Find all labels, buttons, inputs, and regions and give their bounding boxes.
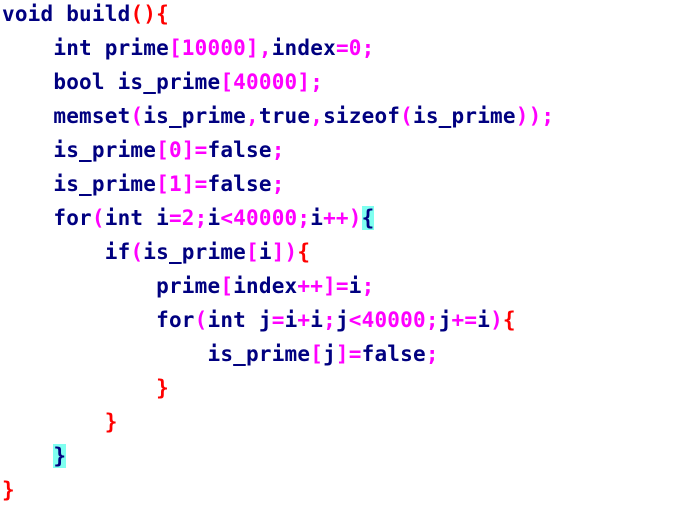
code-token: int prime xyxy=(2,36,169,60)
code-token: ( xyxy=(130,240,144,264)
code-token: int i xyxy=(104,206,169,230)
code-line: if(is_prime[i]){ xyxy=(2,238,310,266)
code-line: bool is_prime[40000]; xyxy=(2,68,323,96)
code-token: j xyxy=(323,342,336,366)
code-token: is_prime xyxy=(2,138,157,162)
code-token: ) xyxy=(490,308,503,332)
code-token: [ xyxy=(220,274,234,298)
code-token: is_prime xyxy=(2,342,311,366)
code-line: for(int i=2;i<40000;i++){ xyxy=(2,204,375,232)
code-token: false xyxy=(361,342,426,366)
code-token: is_prime xyxy=(143,104,247,128)
code-token: <40000; xyxy=(348,308,439,332)
code-token: for xyxy=(2,308,195,332)
code-line: void build(){ xyxy=(2,0,169,28)
code-line: } xyxy=(2,374,169,402)
code-token: bool is_prime xyxy=(2,70,221,94)
code-token: , xyxy=(246,104,259,128)
code-token: void build xyxy=(2,2,131,26)
code-token: =2; xyxy=(168,206,208,230)
code-line: } xyxy=(2,476,15,504)
code-token: ( xyxy=(194,308,208,332)
code-token: [0]= xyxy=(156,138,208,162)
code-token: ( xyxy=(130,104,144,128)
code-token: ++) xyxy=(323,206,362,230)
code-token: index xyxy=(233,274,298,298)
code-line: is_prime[0]=false; xyxy=(2,136,285,164)
matched-brace: { xyxy=(361,206,375,230)
code-token: i xyxy=(284,308,298,332)
code-token: i xyxy=(207,206,221,230)
code-line: is_prime[j]=false; xyxy=(2,340,439,368)
code-token: ( xyxy=(400,104,413,128)
code-token: i xyxy=(258,240,272,264)
code-token: [ xyxy=(246,240,259,264)
code-token: ( xyxy=(91,206,105,230)
code-token: is_prime xyxy=(2,172,157,196)
code-token: j xyxy=(335,308,349,332)
code-line: int prime[10000],index=0; xyxy=(2,34,374,62)
code-token: j xyxy=(438,308,452,332)
code-token: } xyxy=(2,410,118,434)
code-token: ]= xyxy=(335,342,362,366)
code-token: ]) xyxy=(271,240,298,264)
code-line: } xyxy=(2,442,67,470)
code-token: is_prime xyxy=(143,240,247,264)
matched-brace: } xyxy=(53,444,67,468)
code-token: { xyxy=(297,240,311,264)
code-token: i xyxy=(310,206,324,230)
code-token: i xyxy=(477,308,491,332)
code-token: ; xyxy=(271,172,285,196)
code-token: int j xyxy=(207,308,272,332)
code-line: prime[index++]=i; xyxy=(2,272,374,300)
code-token: prime xyxy=(2,274,221,298)
code-token: [ xyxy=(310,342,324,366)
code-token: , xyxy=(310,104,324,128)
code-token: if xyxy=(2,240,131,264)
code-token: } xyxy=(2,376,169,400)
code-token: =0; xyxy=(335,36,375,60)
code-line: memset(is_prime,true,sizeof(is_prime)); xyxy=(2,102,554,130)
code-token: memset xyxy=(2,104,131,128)
code-token: ; xyxy=(425,342,439,366)
code-token: is_prime xyxy=(413,104,516,128)
code-token: sizeof xyxy=(323,104,401,128)
code-token: )); xyxy=(515,104,555,128)
code-line: } xyxy=(2,408,118,436)
code-token: [10000], xyxy=(168,36,272,60)
code-line: is_prime[1]=false; xyxy=(2,170,285,198)
code-token: ; xyxy=(323,308,336,332)
code-token: true xyxy=(258,104,311,128)
code-token: i xyxy=(348,274,362,298)
code-token: } xyxy=(2,478,15,502)
code-token: for xyxy=(2,206,92,230)
code-editor[interactable]: void build(){ int prime[10000],index=0; … xyxy=(0,0,700,510)
code-token: <40000; xyxy=(220,206,311,230)
code-token: i xyxy=(310,308,324,332)
code-token: [1]= xyxy=(156,172,208,196)
code-token: false xyxy=(207,138,272,162)
code-token: ; xyxy=(271,138,285,162)
code-token: += xyxy=(451,308,478,332)
code-token: ++]= xyxy=(297,274,349,298)
code-token: { xyxy=(502,308,516,332)
code-token: false xyxy=(207,172,272,196)
code-token: [40000]; xyxy=(220,70,324,94)
code-line: for(int j=i+i;j<40000;j+=i){ xyxy=(2,306,516,334)
code-token: index xyxy=(271,36,336,60)
code-token: = xyxy=(271,308,285,332)
code-token: + xyxy=(297,308,311,332)
code-token: (){ xyxy=(130,2,169,26)
code-token: ; xyxy=(361,274,375,298)
